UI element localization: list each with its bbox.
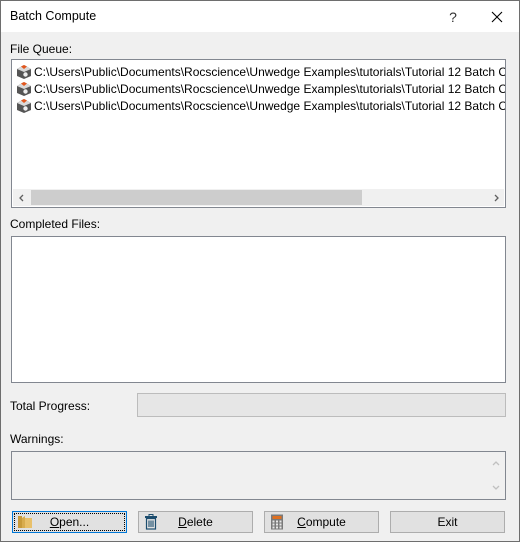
help-button[interactable]: ? [441,1,465,32]
chevron-right-icon [494,194,499,201]
warnings-textbox[interactable] [11,451,506,500]
title-bar: Batch Compute ? [1,1,519,32]
file-queue-item[interactable]: C:\Users\Public\Documents\Rocscience\Unw… [16,97,505,114]
file-path: C:\Users\Public\Documents\Rocscience\Unw… [34,64,505,79]
completed-files-label: Completed Files: [10,217,101,231]
exit-button[interactable]: Exit [390,511,505,533]
chevron-up-icon [492,461,500,466]
scroll-left-button[interactable] [13,189,30,206]
scroll-up-button[interactable] [488,455,504,471]
chevron-down-icon [492,485,500,490]
unwedge-file-icon [17,64,31,79]
close-button[interactable] [477,1,517,32]
open-label: Open... [49,515,90,529]
scroll-thumb[interactable] [31,190,362,205]
scroll-down-button[interactable] [488,480,504,496]
trash-icon [145,514,157,530]
compute-label: Compute [297,515,346,529]
scroll-right-button[interactable] [487,189,504,206]
window-title: Batch Compute [10,9,97,23]
file-path: C:\Users\Public\Documents\Rocscience\Unw… [34,98,505,113]
unwedge-file-icon [17,98,31,113]
file-queue-label: File Queue: [10,42,73,56]
compute-button[interactable]: Compute [264,511,379,533]
file-queue-list[interactable]: C:\Users\Public\Documents\Rocscience\Unw… [11,59,506,208]
unwedge-file-icon [17,81,31,96]
warnings-label: Warnings: [10,432,64,446]
delete-label: Delete [178,515,213,529]
file-queue-item[interactable]: C:\Users\Public\Documents\Rocscience\Unw… [16,63,505,80]
horizontal-scrollbar[interactable] [13,189,504,206]
chevron-left-icon [18,194,23,201]
file-path: C:\Users\Public\Documents\Rocscience\Unw… [34,81,505,96]
folder-icon [18,516,32,528]
total-progress-label: Total Progress: [10,399,91,413]
calculator-icon [271,514,283,530]
file-queue-item[interactable]: C:\Users\Public\Documents\Rocscience\Unw… [16,80,505,97]
batch-compute-dialog: Batch Compute ? File Queue: C:\Users\Pub… [0,0,520,542]
total-progress-bar [137,393,506,417]
completed-files-list[interactable] [11,236,506,383]
vertical-scrollbar[interactable] [488,453,504,498]
open-button[interactable]: Open... [12,511,127,533]
delete-button[interactable]: Delete [138,511,253,533]
close-icon [491,11,503,22]
